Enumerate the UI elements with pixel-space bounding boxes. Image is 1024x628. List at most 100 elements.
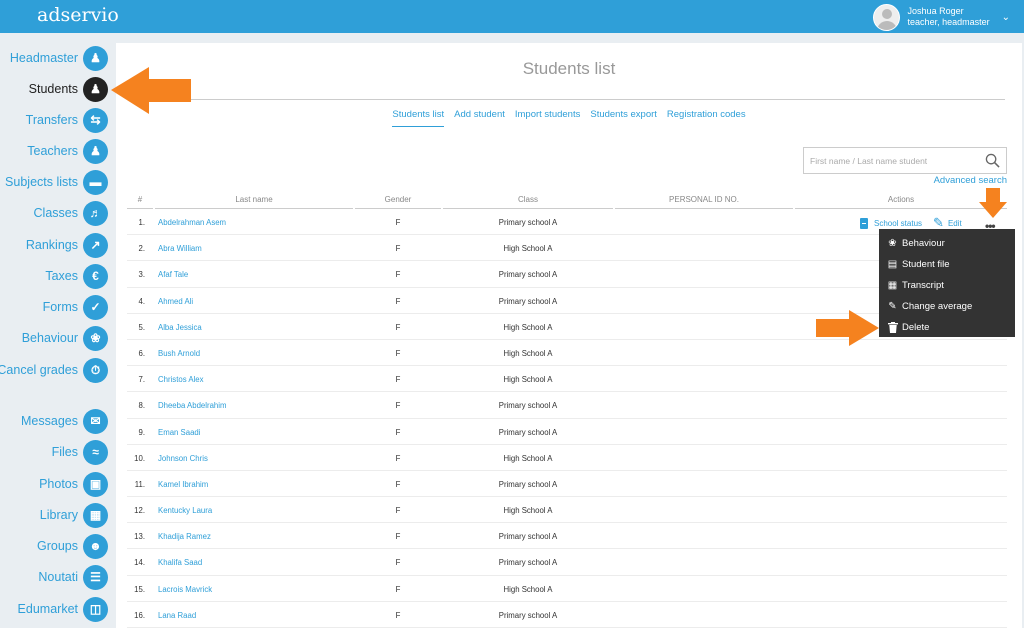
sidebar-item-headmaster[interactable]: Headmaster ♟: [10, 45, 108, 71]
students-table: 1. Abdelrahman Asem F Primary school A 2. Ab…: [127, 209, 1007, 628]
student-gender: F: [395, 296, 401, 306]
student-gender: F: [395, 270, 401, 280]
sidebar-item-files[interactable]: Files ≈: [52, 439, 108, 465]
sidebar-item-transfers[interactable]: Transfers ⇆: [26, 107, 108, 133]
sidebar-item-label: Taxes: [45, 269, 78, 283]
tab-add-student[interactable]: Add student: [454, 107, 505, 127]
tab-registration-codes[interactable]: Registration codes: [667, 107, 746, 127]
student-name-link[interactable]: Ahmed Ali: [158, 297, 193, 306]
header-gender[interactable]: Gender: [355, 195, 441, 209]
sidebar-item-rankings[interactable]: Rankings ↗: [26, 232, 108, 258]
row-number: 11.: [134, 479, 145, 489]
tab-bar: Students list Add student Import student…: [116, 107, 1022, 127]
table-row: 2. Abra William F High School A: [127, 235, 1007, 262]
edit-link[interactable]: Edit: [948, 219, 962, 228]
student-name-link[interactable]: Abra William: [158, 244, 202, 253]
tab-students-export[interactable]: Students export: [590, 107, 657, 127]
header-class[interactable]: Class: [443, 195, 613, 209]
divider: [129, 99, 1005, 100]
student-name-link[interactable]: Abdelrahman Asem: [158, 218, 226, 227]
app-logo[interactable]: adservio: [37, 4, 119, 26]
sidebar-item-students[interactable]: Students ♟: [29, 76, 108, 102]
student-class: High School A: [503, 453, 553, 463]
sidebar-item-label: Edumarket: [17, 602, 78, 616]
annotation-arrow-down: [979, 188, 1007, 218]
student-gender: F: [395, 244, 401, 254]
header-last-name[interactable]: Last name: [155, 195, 353, 209]
menu-item-label: Behaviour: [902, 238, 945, 249]
tab-import-students[interactable]: Import students: [515, 107, 580, 127]
sidebar-item-label: Library: [39, 508, 78, 522]
menu-item-label: Delete: [902, 322, 930, 333]
student-class: Primary school A: [498, 270, 558, 280]
sidebar-item-noutati[interactable]: Noutati ☰: [38, 564, 108, 590]
table-row: 13. Khadija Ramez F Primary school A: [127, 523, 1007, 550]
student-name-link[interactable]: Khalifa Saad: [158, 558, 202, 567]
search-input[interactable]: [804, 148, 974, 173]
menu-item-change-average[interactable]: ✎ Change average: [879, 296, 1015, 317]
row-number: 6.: [138, 348, 145, 358]
chevron-down-icon[interactable]: ⌄: [1002, 12, 1010, 23]
cart-icon: ◫: [83, 596, 108, 622]
table-row: 16. Lana Raad F Primary school A: [127, 602, 1007, 628]
sidebar-item-label: Classes: [33, 206, 78, 220]
sidebar-item-forms[interactable]: Forms ✓: [43, 294, 108, 320]
student-gender: F: [395, 479, 401, 489]
student-name-link[interactable]: Bush Arnold: [158, 349, 200, 358]
sidebar-item-library[interactable]: Library ▦: [40, 502, 108, 528]
student-gender: F: [395, 532, 401, 542]
student-name-link[interactable]: Kamel Ibrahim: [158, 480, 208, 489]
avatar[interactable]: [872, 3, 900, 31]
sidebar-item-subjects-lists[interactable]: Subjects lists ▬: [5, 169, 108, 195]
row-number: 9.: [138, 427, 145, 437]
menu-item-delete[interactable]: Delete: [879, 317, 1015, 338]
table-row: 9. Eman Saadi F Primary school A: [127, 419, 1007, 445]
student-name-link[interactable]: Kentucky Laura: [158, 506, 212, 515]
student-name-link[interactable]: Afaf Tale: [158, 270, 188, 279]
student-class: Primary school A: [498, 558, 558, 568]
student-name-link[interactable]: Dheeba Abdelrahim: [158, 401, 227, 410]
sidebar-item-messages[interactable]: Messages ✉: [21, 408, 108, 434]
school-status-link[interactable]: School status: [874, 219, 922, 228]
sidebar-item-label: Teachers: [27, 144, 78, 158]
rankings-icon: ↗: [83, 232, 108, 258]
teacher-icon: ♟: [83, 138, 108, 164]
student-name-link[interactable]: Eman Saadi: [158, 428, 200, 437]
table-row: 12. Kentucky Laura F High School A: [127, 497, 1007, 524]
student-name-link[interactable]: Khadija Ramez: [158, 532, 211, 541]
student-class: Primary school A: [498, 218, 558, 227]
student-gender: F: [395, 427, 401, 437]
sidebar-item-photos[interactable]: Photos ▣: [39, 471, 108, 497]
sidebar-item-teachers[interactable]: Teachers ♟: [27, 138, 108, 164]
sidebar-item-classes[interactable]: Classes ♬: [34, 200, 108, 226]
menu-item-student-file[interactable]: ▤ Student file: [879, 254, 1015, 275]
tab-students-list[interactable]: Students list: [392, 107, 445, 127]
student-name-link[interactable]: Christos Alex: [158, 375, 204, 384]
header-num: #: [127, 195, 153, 209]
sidebar-item-edumarket[interactable]: Edumarket ◫: [18, 596, 108, 622]
school-status-icon[interactable]: [860, 217, 868, 229]
sidebar-item-taxes[interactable]: Taxes €: [45, 263, 108, 289]
sidebar-item-label: Groups: [37, 539, 78, 553]
menu-item-transcript[interactable]: ▦ Transcript: [879, 275, 1015, 296]
search-icon[interactable]: [985, 153, 1000, 168]
table-row: 15. Lacrois Mavrick F High School A: [127, 576, 1007, 602]
row-number: 5.: [138, 322, 145, 332]
student-gender: F: [395, 348, 401, 358]
sidebar-item-cancel-grades[interactable]: Cancel grades ⏱: [0, 357, 108, 383]
advanced-search-link[interactable]: Advanced search: [934, 175, 1007, 186]
student-gender: F: [395, 322, 401, 332]
student-name-link[interactable]: Alba Jessica: [158, 323, 202, 332]
menu-item-behaviour[interactable]: ❀ Behaviour: [879, 233, 1015, 254]
sidebar-item-behaviour[interactable]: Behaviour ❀: [22, 325, 108, 351]
forms-icon: ✓: [83, 294, 108, 320]
row-number: 12.: [134, 506, 145, 516]
student-name-link[interactable]: Lacrois Mavrick: [158, 585, 212, 594]
row-number: 1.: [138, 218, 145, 227]
student-class: High School A: [503, 322, 553, 332]
student-name-link[interactable]: Johnson Chris: [158, 454, 208, 463]
sidebar-item-label: Rankings: [25, 238, 78, 252]
user-menu[interactable]: Joshua Roger teacher, headmaster ⌄: [872, 3, 1010, 31]
sidebar-item-groups[interactable]: Groups ☻: [37, 533, 108, 559]
student-name-link[interactable]: Lana Raad: [158, 611, 196, 620]
